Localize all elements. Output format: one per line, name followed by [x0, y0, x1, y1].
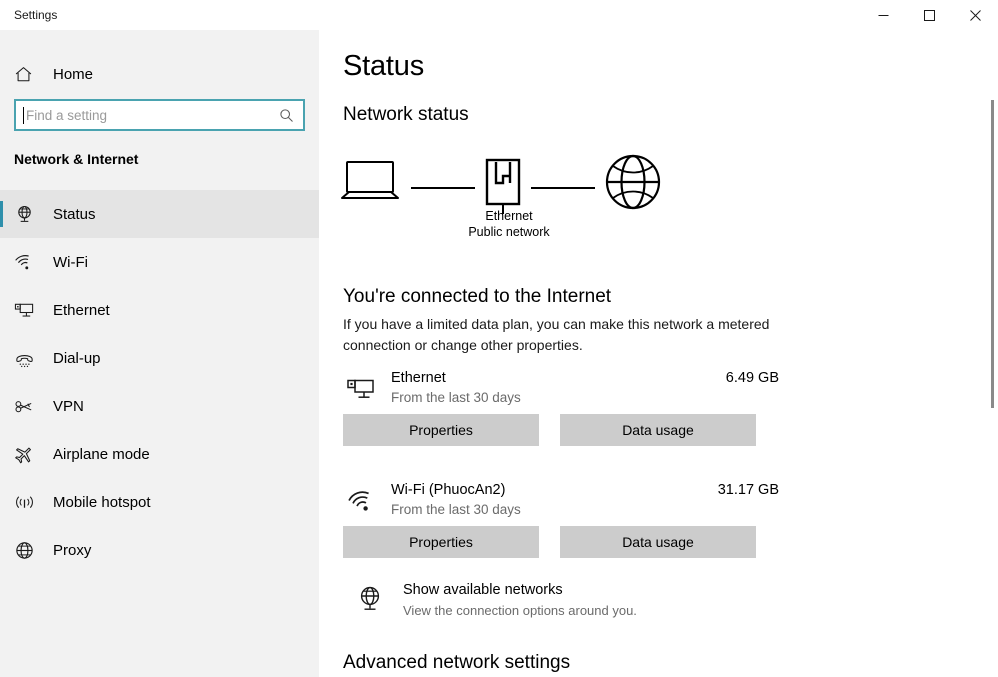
sidebar: Home Network & Internet [0, 30, 319, 677]
connection-row-wifi: Wi-Fi (PhuocAn2) From the last 30 days 3… [343, 480, 779, 526]
maximize-icon [923, 9, 935, 21]
show-available-networks-subtitle: View the connection options around you. [403, 603, 637, 618]
search-icon[interactable] [279, 108, 294, 123]
ethernet-port-icon [485, 158, 521, 214]
connection-usage: 31.17 GB [717, 482, 779, 498]
connected-description: If you have a limited data plan, you can… [343, 316, 770, 353]
connection-button-row: Properties Data usage [343, 414, 779, 446]
sidebar-item-wifi[interactable]: Wi-Fi [0, 238, 319, 286]
page-title: Status [343, 50, 425, 82]
vertical-scrollbar[interactable] [986, 30, 998, 677]
connection-name: Ethernet [391, 370, 446, 386]
wifi-data-usage-button[interactable]: Data usage [560, 526, 756, 558]
search-box[interactable] [14, 99, 305, 131]
connection-name: Wi-Fi (PhuocAn2) [391, 482, 506, 498]
maximize-button[interactable] [906, 0, 952, 30]
globe-icon [14, 537, 40, 563]
connection-row-ethernet: Ethernet From the last 30 days 6.49 GB [343, 368, 779, 414]
settings-window: Settings Home Find a setting Network & I… [0, 0, 998, 677]
minimize-button[interactable] [860, 0, 906, 30]
sidebar-item-ethernet[interactable]: Ethernet [0, 286, 319, 334]
sidebar-item-dialup[interactable]: Dial-up [0, 334, 319, 382]
search-input[interactable] [24, 102, 279, 128]
sidebar-nav-list: Status Wi-Fi Ethernet Dial-up VPN Airpla… [0, 190, 319, 574]
connection-block-wifi: Wi-Fi (PhuocAn2) From the last 30 days 3… [343, 480, 779, 558]
wifi-icon [343, 486, 379, 518]
connection-block-ethernet: Ethernet From the last 30 days 6.49 GB P… [343, 368, 779, 446]
advanced-network-settings-heading: Advanced network settings [343, 652, 571, 673]
sidebar-item-mobile-hotspot[interactable]: Mobile hotspot [0, 478, 319, 526]
close-icon [969, 9, 981, 21]
close-button[interactable] [952, 0, 998, 30]
ethernet-data-usage-button[interactable]: Data usage [560, 414, 756, 446]
window-title: Settings [14, 8, 58, 22]
sidebar-item-vpn-label: VPN [53, 397, 84, 415]
sidebar-item-airplane-mode[interactable]: Airplane mode [0, 430, 319, 478]
show-available-networks-item[interactable]: Show available networks View the connect… [343, 578, 783, 624]
sidebar-item-proxy-label: Proxy [53, 541, 92, 559]
minimize-icon [878, 14, 888, 16]
status-globe-monitor-icon [14, 201, 40, 227]
globe-monitor-icon [355, 584, 387, 616]
show-available-networks-title: Show available networks [403, 582, 563, 598]
ethernet-monitor-icon [14, 297, 40, 323]
sidebar-item-home[interactable]: Home [0, 54, 319, 94]
hotspot-signal-icon [14, 489, 40, 515]
main-content: Status Network status Ethernet Public ne… [319, 30, 998, 677]
title-bar: Settings [0, 0, 998, 30]
sidebar-item-status-label: Status [53, 205, 96, 223]
sidebar-item-airplane-mode-label: Airplane mode [53, 445, 150, 463]
ethernet-monitor-icon [343, 374, 379, 406]
vpn-key-icon [14, 393, 40, 419]
sidebar-item-wifi-label: Wi-Fi [53, 253, 88, 271]
globe-icon [605, 154, 661, 210]
network-diagram [339, 152, 679, 272]
ethernet-properties-button[interactable]: Properties [343, 414, 539, 446]
window-controls [860, 0, 998, 30]
sidebar-item-status[interactable]: Status [0, 190, 319, 238]
sidebar-item-proxy[interactable]: Proxy [0, 526, 319, 574]
laptop-icon [341, 161, 399, 199]
sidebar-item-ethernet-label: Ethernet [53, 301, 110, 319]
dialup-phone-icon [14, 345, 40, 371]
wifi-properties-button[interactable]: Properties [343, 526, 539, 558]
sidebar-section-title: Network & Internet [14, 151, 139, 167]
home-icon [14, 65, 40, 84]
connection-period: From the last 30 days [391, 390, 521, 405]
airplane-icon [14, 441, 40, 467]
sidebar-item-home-label: Home [53, 65, 94, 83]
sidebar-item-dialup-label: Dial-up [53, 349, 101, 367]
connection-usage: 6.49 GB [725, 370, 779, 386]
wifi-icon [14, 249, 40, 275]
sidebar-item-vpn[interactable]: VPN [0, 382, 319, 430]
connected-heading: You're connected to the Internet [343, 286, 612, 307]
scrollbar-thumb[interactable] [991, 100, 994, 408]
connection-button-row: Properties Data usage [343, 526, 779, 558]
sidebar-item-mobile-hotspot-label: Mobile hotspot [53, 493, 151, 511]
network-status-heading: Network status [343, 104, 469, 125]
connection-period: From the last 30 days [391, 502, 521, 517]
